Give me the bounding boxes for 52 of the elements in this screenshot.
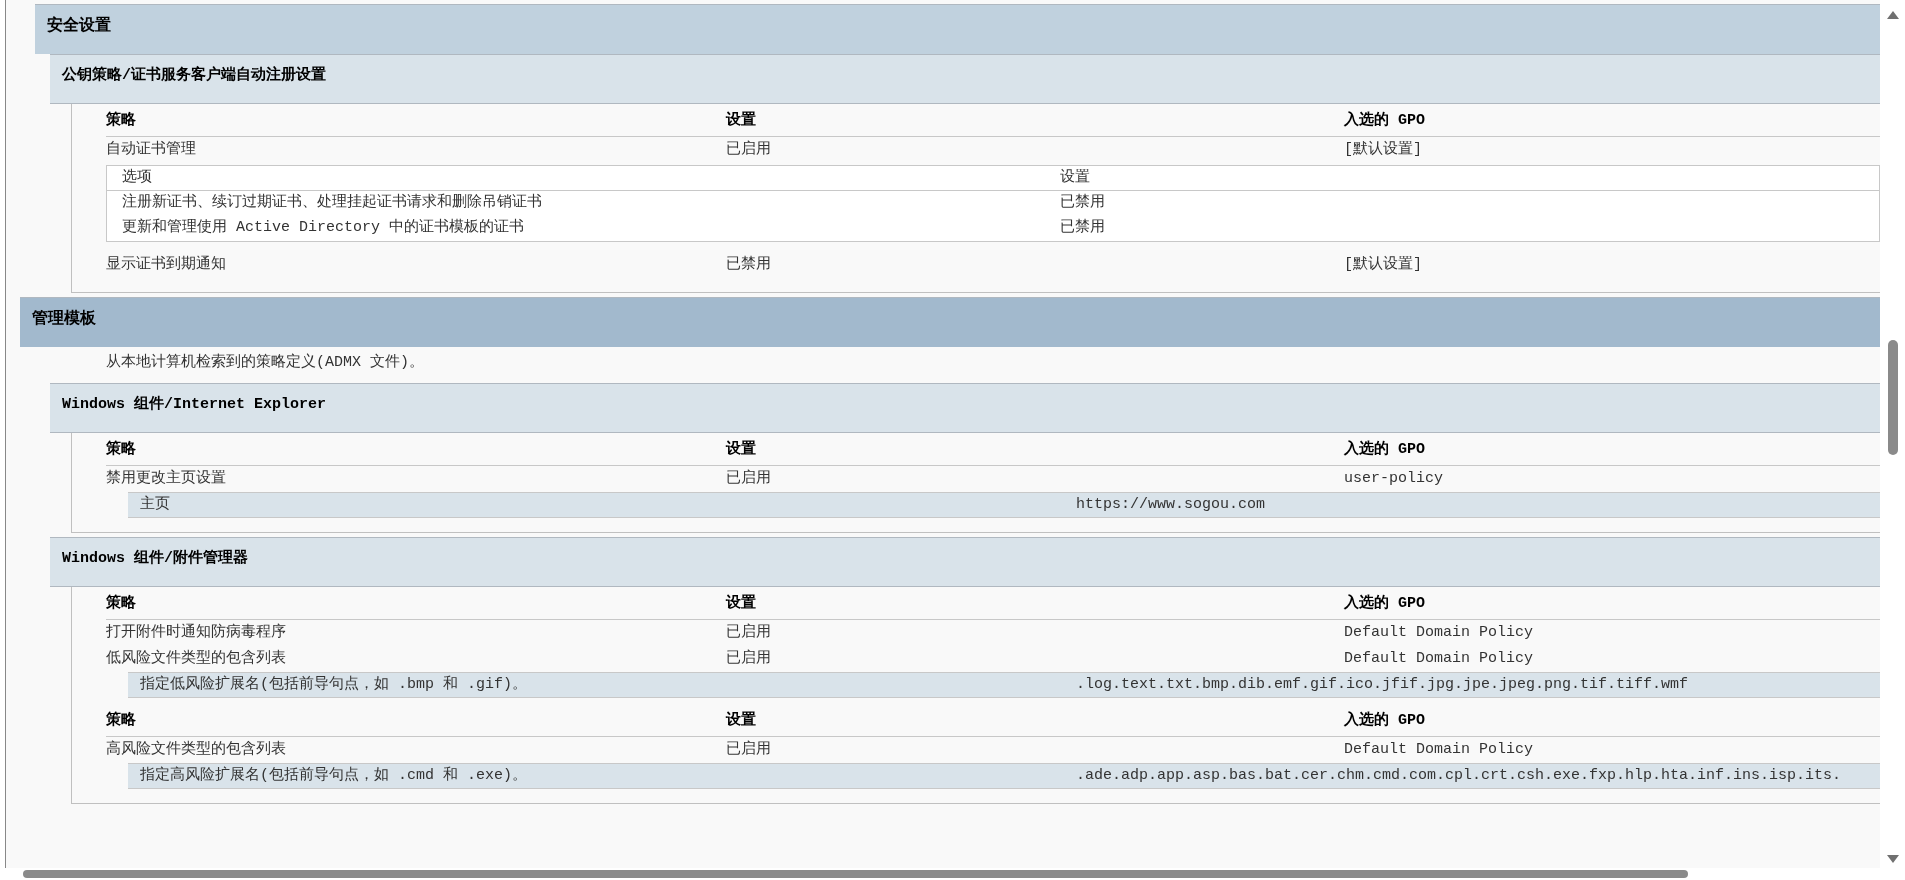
scroll-down-icon[interactable] [1886, 854, 1899, 864]
column-header: 策略 [106, 593, 137, 614]
scrollbar-thumb[interactable] [23, 870, 1688, 878]
table-cell-text: 已禁用 [1060, 193, 1106, 214]
column-header: 设置 [726, 110, 757, 131]
table-cell-text: [默认设置] [1344, 254, 1423, 275]
table-cell-text: 打开附件时通知防病毒程序 [106, 622, 287, 643]
table-cell-text: user-policy [1344, 468, 1445, 489]
column-header: 入选的 GPO [1344, 710, 1426, 731]
section-header: 管理模板 [20, 297, 1880, 347]
table-cell-text: 已启用 [726, 468, 772, 489]
table-cell-text: 已禁用 [726, 254, 772, 275]
column-header: 设置 [726, 710, 757, 731]
table-cell-text: 已启用 [726, 622, 772, 643]
table-cell-text: 显示证书到期通知 [106, 254, 227, 275]
column-header: 入选的 GPO [1344, 439, 1426, 460]
column-header: 策略 [106, 110, 137, 131]
column-header: 设置 [1060, 167, 1091, 188]
table-cell-text: 禁用更改主页设置 [106, 468, 227, 489]
subsection-header: Windows 组件/Internet Explorer [50, 383, 1880, 433]
table-cell-text: 主页 [140, 494, 171, 515]
table-cell-text: Default Domain Policy [1344, 648, 1535, 669]
column-header: 入选的 GPO [1344, 593, 1426, 614]
subsection-header: 公钥策略/证书服务客户端自动注册设置 [50, 54, 1880, 104]
column-header: 设置 [726, 593, 757, 614]
section-header: 安全设置 [35, 4, 1880, 54]
subsection-header: Windows 组件/附件管理器 [50, 537, 1880, 587]
table-cell-text: 已启用 [726, 739, 772, 760]
table-cell-text: .ade.adp.app.asp.bas.bat.cer.chm.cmd.com.cpl.crt.csh.exe.fxp.hlp.hta.inf.ins.isp.its. [1076, 765, 1843, 786]
column-header: 选项 [122, 167, 153, 188]
table-cell-text: 更新和管理使用 Active Directory 中的证书模板的证书 [122, 217, 526, 239]
table-cell-text: 高风险文件类型的包含列表 [106, 739, 287, 760]
table-cell-text: 已启用 [726, 648, 772, 669]
table-cell-text: 已禁用 [1060, 218, 1106, 239]
table-cell-text: https://www.sogou.com [1076, 494, 1267, 515]
section-description: 从本地计算机检索到的策略定义(ADMX 文件)。 [106, 352, 425, 373]
table-cell-text: 已启用 [726, 139, 772, 160]
scroll-up-icon[interactable] [1886, 10, 1899, 20]
column-header: 设置 [726, 439, 757, 460]
scrollbar-thumb[interactable] [1887, 340, 1898, 455]
table-cell-text: 低风险文件类型的包含列表 [106, 648, 287, 669]
column-header: 入选的 GPO [1344, 110, 1426, 131]
table-cell-text: Default Domain Policy [1344, 739, 1535, 760]
table-cell-text: [默认设置] [1344, 139, 1423, 160]
table-cell-text: 指定低风险扩展名(包括前导句点，如 .bmp 和 .gif)。 [140, 674, 529, 695]
table-cell-text: 注册新证书、续订过期证书、处理挂起证书请求和删除吊销证书 [122, 192, 543, 214]
table-cell-text: .log.text.txt.bmp.dib.emf.gif.ico.jfif.jpg.jpe.jpeg.png.tif.tiff.wmf [1076, 674, 1690, 695]
table-cell-text: 指定高风险扩展名(包括前导句点，如 .cmd 和 .exe)。 [140, 765, 529, 786]
table-cell-text: 自动证书管理 [106, 139, 197, 160]
table-cell-text: Default Domain Policy [1344, 622, 1535, 643]
column-header: 策略 [106, 710, 137, 731]
column-header: 策略 [106, 439, 137, 460]
